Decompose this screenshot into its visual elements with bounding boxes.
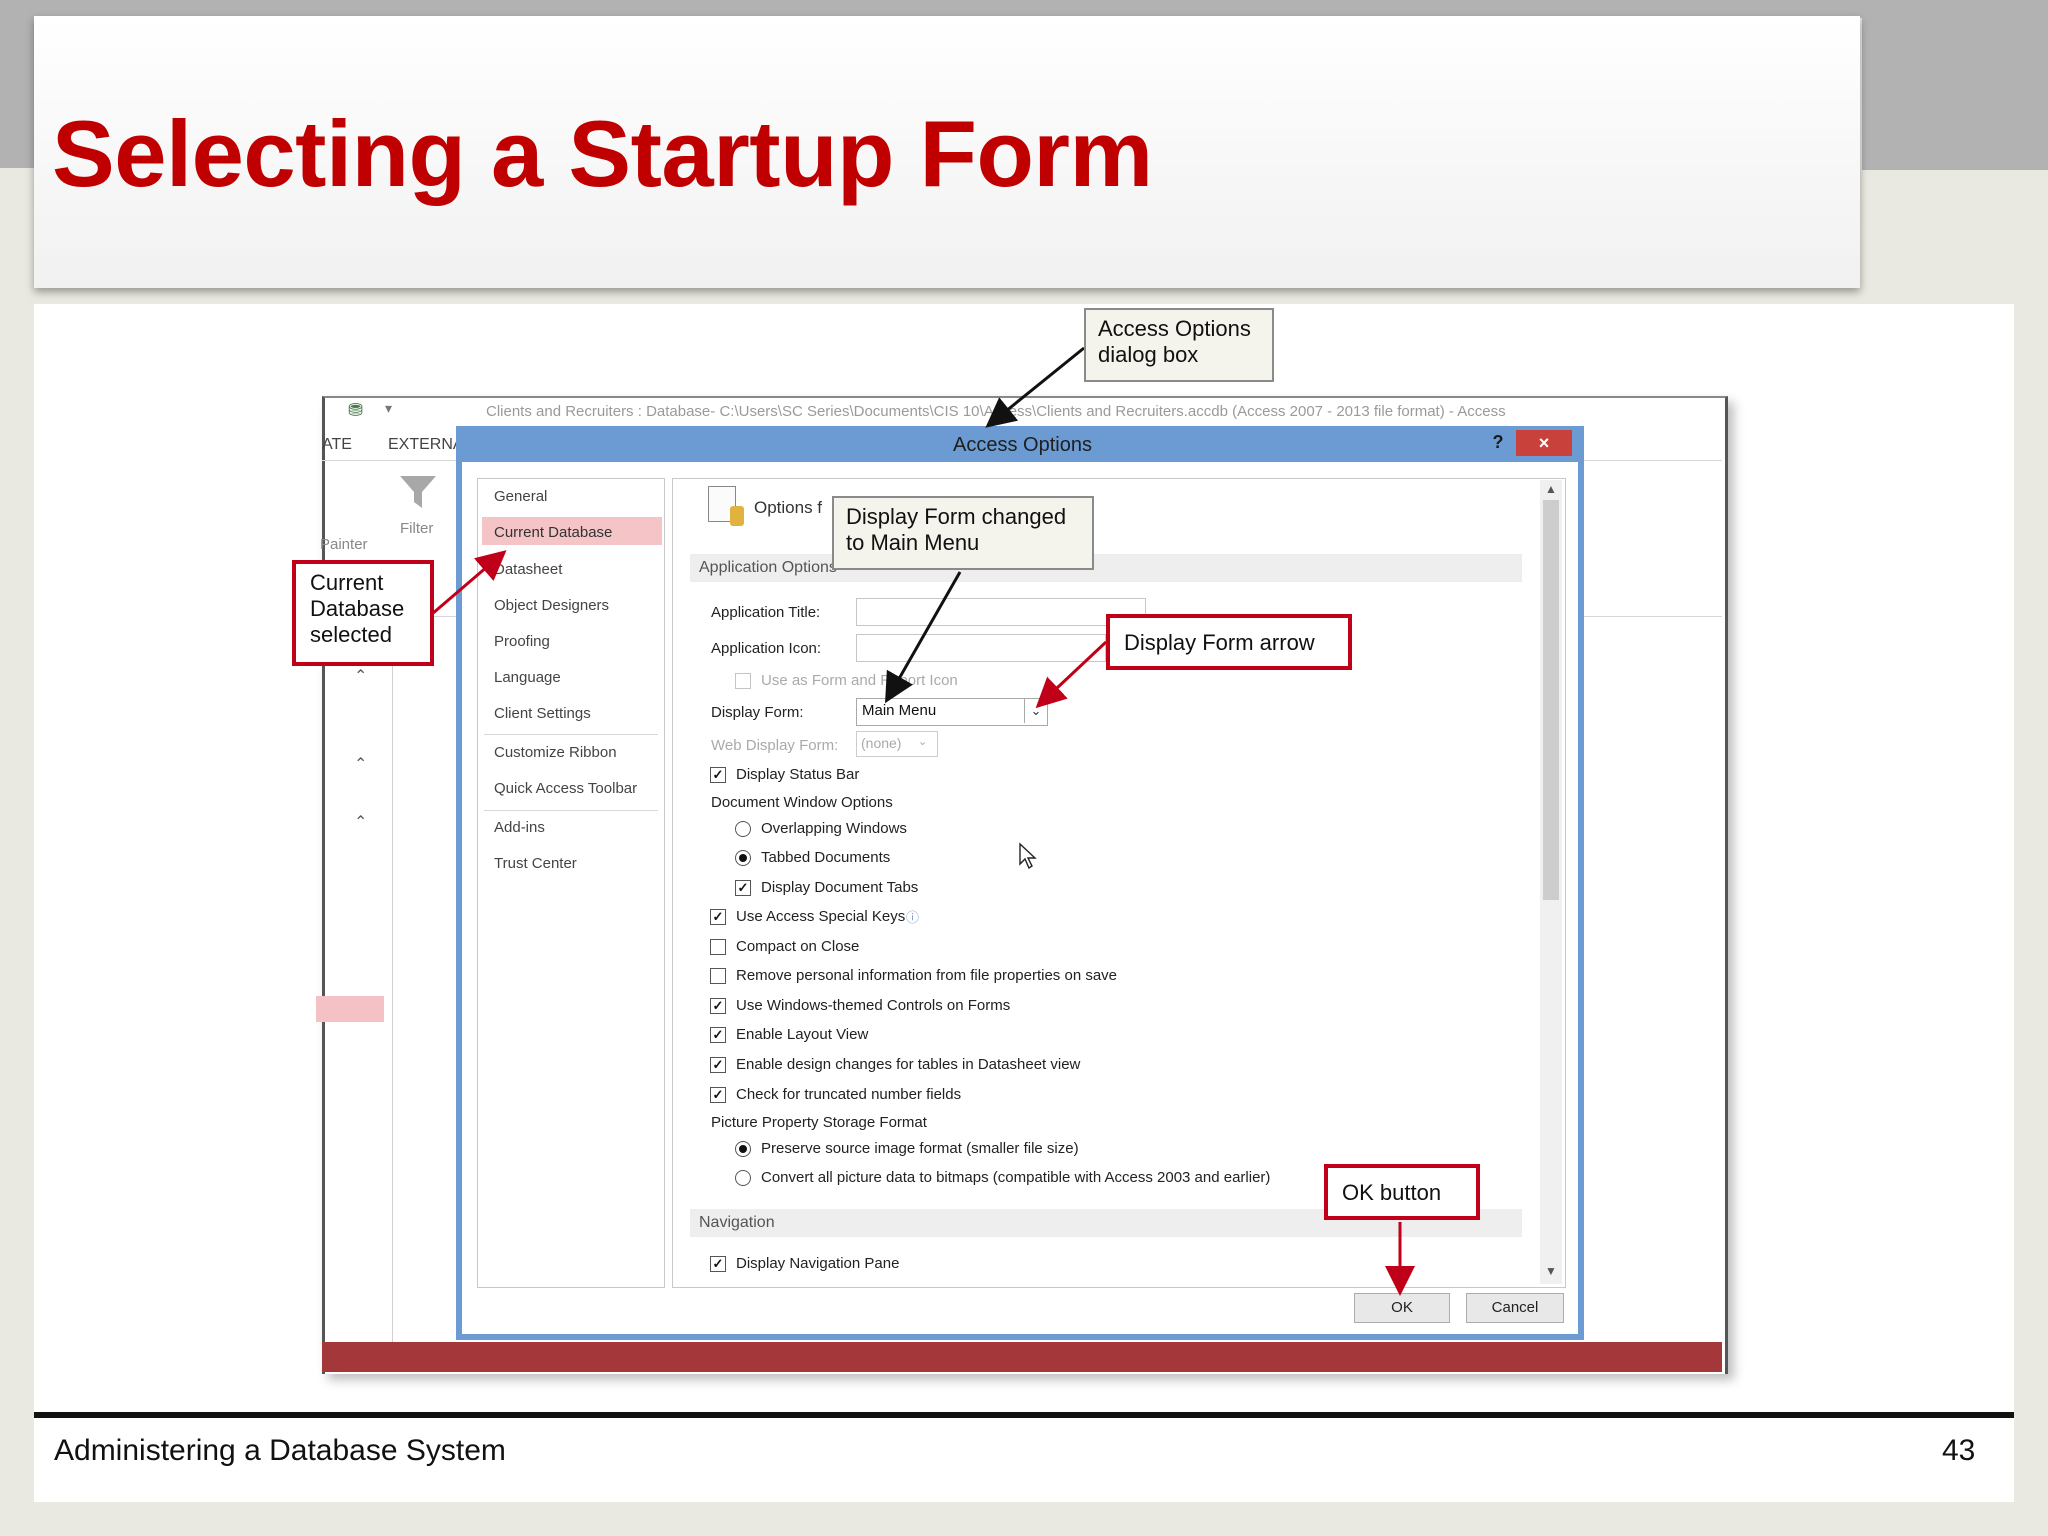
callout-arrows xyxy=(431,346,1415,1296)
callout-display-form-changed: Display Form changed to Main Menu xyxy=(832,496,1094,570)
arrow-current-database xyxy=(431,550,507,616)
footer-text: Administering a Database System xyxy=(54,1434,506,1467)
callout-display-form-arrow: Display Form arrow xyxy=(1106,614,1352,670)
arrow-display-form-arrow xyxy=(1035,640,1108,709)
page-number: 43 xyxy=(1942,1434,1976,1467)
callout-current-database: Current Database selected xyxy=(292,560,434,666)
arrow-display-form xyxy=(885,571,962,704)
arrow-access-options xyxy=(985,346,1085,428)
callout-access-options: Access Options dialog box xyxy=(1084,308,1274,382)
callout-ok-button: OK button xyxy=(1324,1164,1480,1220)
